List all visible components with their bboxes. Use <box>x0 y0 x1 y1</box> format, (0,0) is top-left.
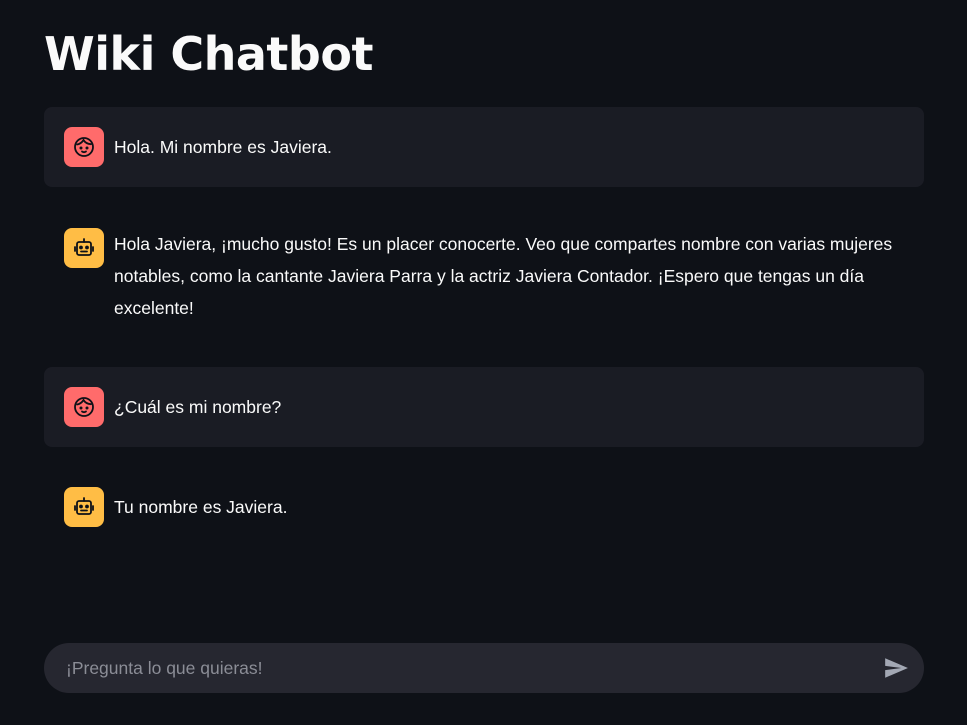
send-icon <box>885 658 908 678</box>
robot-icon <box>74 497 94 515</box>
chat-input-bar <box>44 643 924 693</box>
robot-icon <box>74 238 94 256</box>
message-list: Hola. Mi nombre es Javiera. Hola Javiera… <box>44 107 924 547</box>
face-icon <box>74 397 94 417</box>
face-icon <box>74 137 94 157</box>
message-text: Hola. Mi nombre es Javiera. <box>114 137 332 157</box>
chat-message-assistant: Hola Javiera, ¡mucho gusto! Es un placer… <box>44 208 924 344</box>
chat-message-assistant: Tu nombre es Javiera. <box>44 467 924 547</box>
user-avatar <box>64 387 104 427</box>
assistant-avatar <box>64 487 104 527</box>
message-text: Hola Javiera, ¡mucho gusto! Es un placer… <box>114 234 893 318</box>
chat-message-user: Hola. Mi nombre es Javiera. <box>44 107 924 187</box>
chat-app: Wiki Chatbot Hola. Mi nombre es Javiera. <box>0 0 967 725</box>
page-title: Wiki Chatbot <box>44 27 373 81</box>
send-button[interactable] <box>880 652 912 684</box>
user-avatar <box>64 127 104 167</box>
assistant-avatar <box>64 228 104 268</box>
chat-message-user: ¿Cuál es mi nombre? <box>44 367 924 447</box>
chat-input[interactable] <box>64 656 880 680</box>
message-text: ¿Cuál es mi nombre? <box>114 397 282 417</box>
message-text: Tu nombre es Javiera. <box>114 497 288 517</box>
